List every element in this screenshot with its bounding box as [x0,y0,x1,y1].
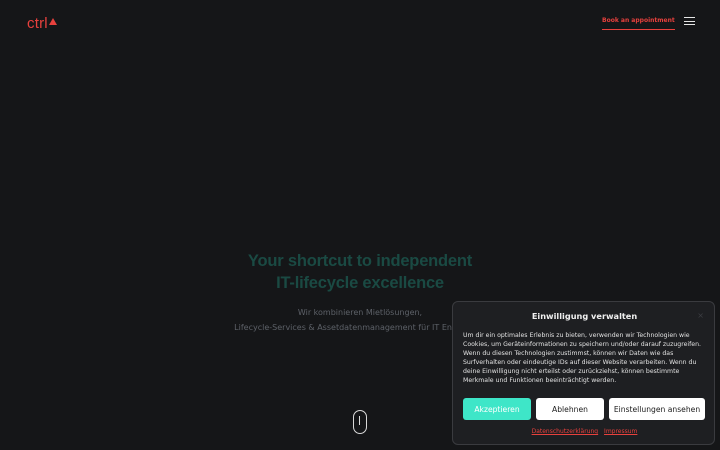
consent-text: Um dir ein optimales Erlebnis zu bieten,… [463,332,701,385]
close-icon[interactable]: × [697,311,704,320]
hamburger-menu-icon[interactable] [684,16,696,26]
site-header: ctrl Book an appointment [0,0,720,44]
privacy-policy-link[interactable]: Datenschutzerklärung [532,428,599,435]
book-appointment-link[interactable]: Book an appointment [602,17,675,30]
consent-title: Einwilligung verwalten [531,311,638,321]
accept-button[interactable]: Akzeptieren [463,398,531,420]
logo[interactable]: ctrl [27,13,57,31]
menu-bar [684,24,695,26]
menu-bar [684,17,695,19]
logo-text: ctrl [27,15,48,32]
view-settings-button[interactable]: Einstellungen ansehen [609,398,705,420]
page: ctrl Book an appointment Your shortcut t… [0,0,720,450]
scroll-down-mouse-icon[interactable] [353,410,367,434]
logo-triangle-icon [48,18,57,25]
hero-title-line: IT-lifecycle excellence [276,274,444,292]
hero-title-line: Your shortcut to independent [247,252,473,270]
imprint-link[interactable]: Impressum [604,428,637,435]
menu-bar [684,20,695,22]
hero-title: Your shortcut to independent IT-lifecycl… [160,250,560,294]
consent-button-row: Akzeptieren Ablehnen Einstellungen anseh… [463,398,705,420]
scroll-wheel [359,416,361,425]
decline-button[interactable]: Ablehnen [536,398,604,420]
consent-links: Datenschutzerklärung Impressum [453,428,716,435]
cookie-consent-dialog: Einwilligung verwalten × Um dir ein opti… [452,301,715,445]
